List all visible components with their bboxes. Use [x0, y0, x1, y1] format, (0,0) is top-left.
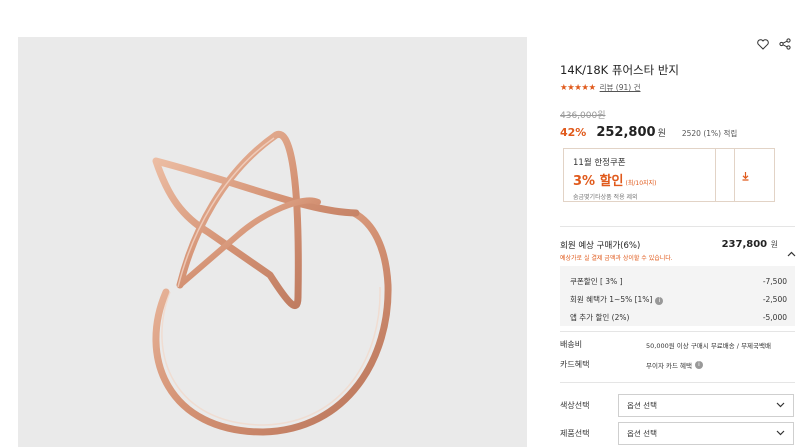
rating-row: ★★★★★ 리뷰 (91) 건	[560, 82, 640, 93]
coupon-limit: (최/10지지)	[625, 180, 657, 187]
member-price-note: 예상가로 실 결제 금액과 상이할 수 있습니다.	[560, 255, 673, 262]
info-icon[interactable]: i	[695, 360, 703, 369]
breakdown-value: -5,000	[762, 312, 787, 322]
heart-icon[interactable]	[756, 37, 770, 51]
sale-price: 252,800	[596, 125, 656, 140]
chevron-down-icon	[776, 401, 785, 410]
review-link[interactable]: 리뷰 (91) 건	[600, 82, 641, 93]
card-benefit-row: 카드혜택 무이자 카드 혜택 i	[560, 359, 703, 370]
coupon-box: 11월 한정쿠폰 3% 할인 (최/10지지) 숨금몇기타상품 적용 제외	[563, 148, 735, 202]
divider	[560, 331, 795, 332]
discount-rate: 42%	[560, 126, 587, 139]
ring-illustration	[152, 130, 392, 436]
shipping-row: 배송비 50,000원 이상 구매시 무료배송 / 무제국백배	[560, 339, 771, 350]
coupon-title: 11월 한정쿠폰	[573, 158, 626, 168]
color-select[interactable]: 옵션 선택	[618, 394, 794, 417]
product-select[interactable]: 옵션 선택	[618, 422, 794, 445]
price-row: 42% 252,800 원 2520 (1%) 적립	[560, 121, 737, 140]
product-title: 14K/18K 퓨어스타 반지	[560, 63, 680, 77]
price-unit: 원	[657, 129, 666, 139]
breakdown-label: 쿠폰할인 [ 3% ]	[570, 276, 623, 286]
product-select-value: 옵션 선택	[627, 429, 657, 438]
breakdown-row: 앱 추가 할인 (2%) -5,000	[570, 308, 787, 326]
coupon-discount: 3% 할인	[573, 174, 624, 189]
chevron-down-icon	[776, 429, 785, 438]
color-select-row: 색상선택 옵션 선택	[560, 394, 794, 417]
breakdown-label: 회원 혜택가 1~5% [1%]	[570, 294, 653, 304]
coupon-download-button[interactable]	[715, 148, 775, 202]
original-price: 436,000원	[560, 111, 606, 121]
coupon-note: 숨금몇기타상품 적용 제외	[573, 194, 638, 201]
breakdown-value: -7,500	[762, 276, 787, 286]
info-icon[interactable]: i	[655, 296, 664, 305]
download-icon	[741, 166, 750, 185]
color-select-value: 옵션 선택	[627, 401, 657, 410]
member-price-unit: 원	[770, 240, 778, 249]
breakdown-row: 회원 혜택가 1~5% [1%] i -2,500	[570, 290, 787, 308]
divider	[560, 226, 795, 227]
breakdown-value: -2,500	[762, 294, 787, 304]
product-select-row: 제품선택 옵션 선택	[560, 422, 794, 445]
member-price-row: 회원 예상 구매가(6%) 237,800 원	[560, 239, 800, 251]
breakdown-row: 쿠폰할인 [ 3% ] -7,500	[570, 272, 787, 290]
member-price-label: 회원 예상 구매가(6%)	[560, 241, 641, 251]
share-icon[interactable]	[778, 37, 792, 51]
product-image	[18, 37, 527, 447]
rating-stars: ★★★★★	[560, 82, 596, 93]
shipping-label: 배송비	[560, 340, 583, 349]
divider	[560, 382, 795, 383]
card-benefit-value: 무이자 카드 혜택	[646, 361, 692, 370]
card-benefit-label: 카드혜택	[560, 360, 590, 369]
breakdown-label: 앱 추가 할인 (2%)	[570, 312, 630, 322]
member-price: 237,800	[721, 239, 768, 250]
points-label: 2520 (1%) 적립	[681, 129, 738, 138]
chevron-up-icon[interactable]	[787, 250, 796, 260]
color-select-label: 색상선택	[560, 401, 590, 410]
product-info-panel: 14K/18K 퓨어스타 반지 ★★★★★ 리뷰 (91) 건 436,000원…	[560, 0, 800, 447]
product-select-label: 제품선택	[560, 429, 590, 438]
discount-breakdown: 쿠폰할인 [ 3% ] -7,500 회원 혜택가 1~5% [1%] i -2,…	[560, 266, 795, 326]
shipping-value: 50,000원 이상 구매시 무료배송 / 무제국백배	[646, 341, 771, 350]
